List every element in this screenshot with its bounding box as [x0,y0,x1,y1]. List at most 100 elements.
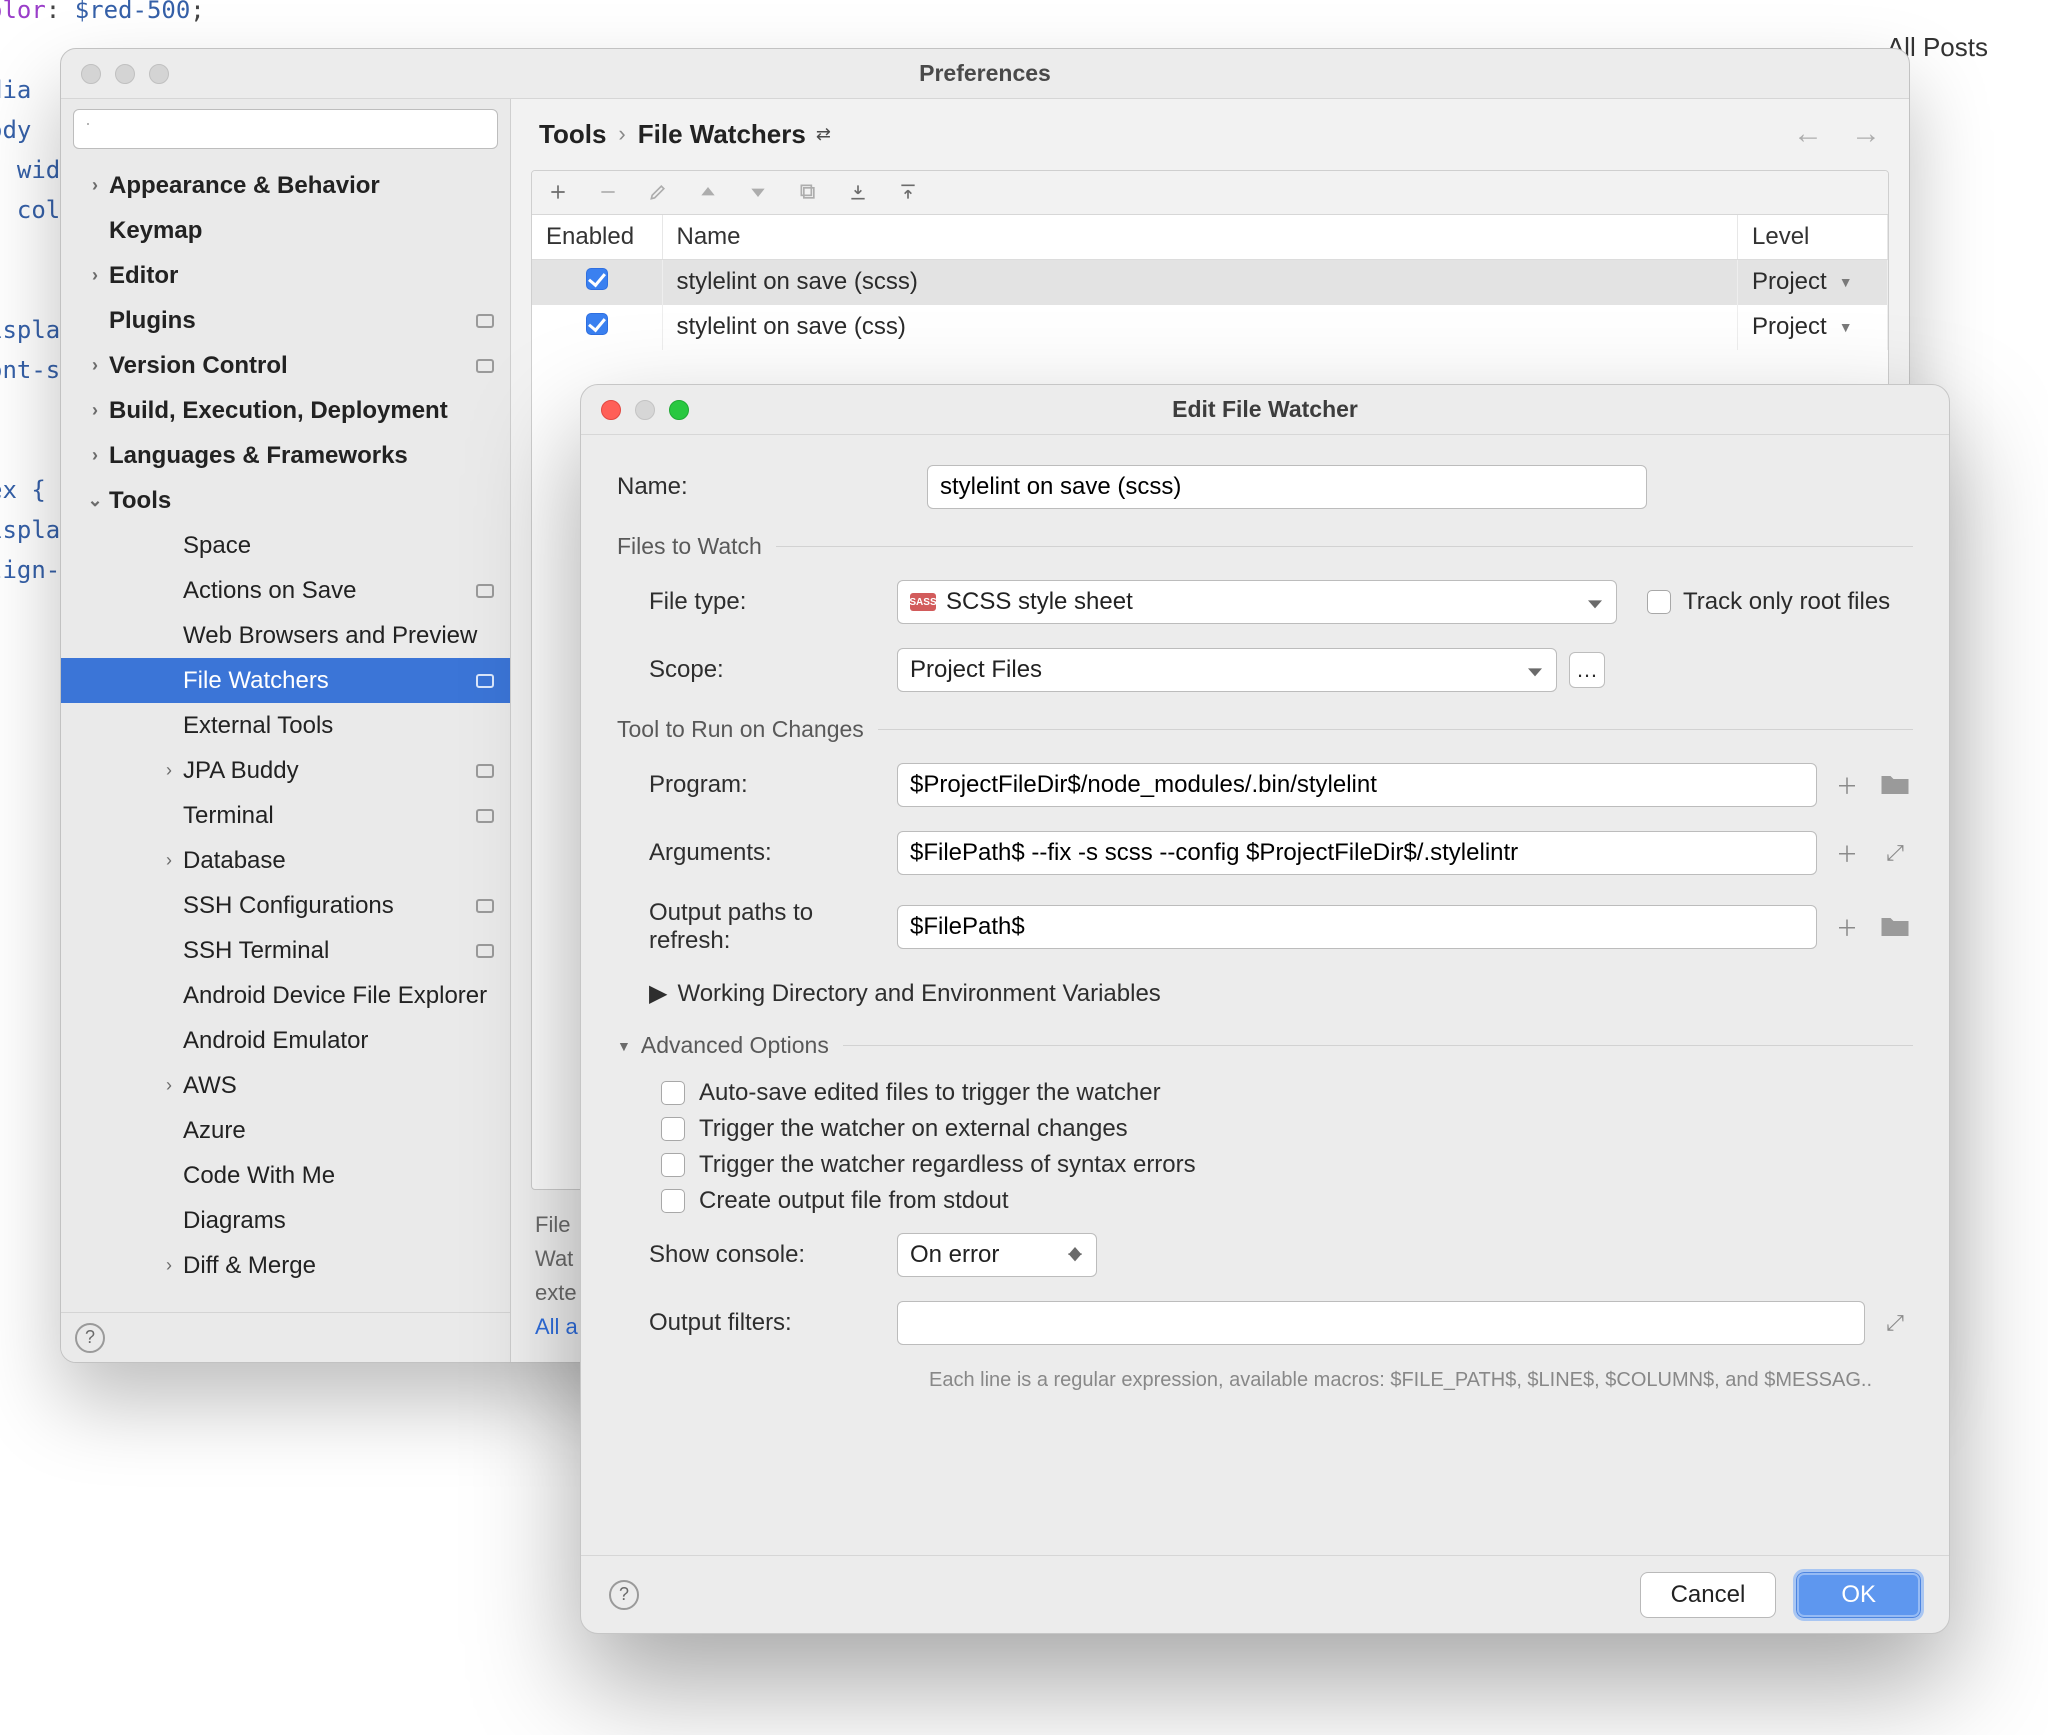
cb-auto-save[interactable] [661,1081,685,1105]
sidebar-item-terminal[interactable]: Terminal [61,793,510,838]
sidebar-item-label: Diagrams [183,1207,286,1235]
sidebar-item-space[interactable]: Space [61,523,510,568]
chevron-right-icon: ▶ [649,979,667,1008]
sidebar-item-version-control[interactable]: ›Version Control [61,343,510,388]
cb-syntax-errors[interactable] [661,1153,685,1177]
insert-macro-icon-2[interactable]: ＋ [1829,835,1865,871]
insert-macro-icon[interactable]: ＋ [1829,767,1865,803]
copy-icon[interactable] [796,180,820,204]
edit-icon[interactable] [646,180,670,204]
cancel-button[interactable]: Cancel [1640,1572,1777,1618]
remove-icon[interactable] [596,180,620,204]
breadcrumb-toggle-icon[interactable]: ⇄ [816,124,831,145]
scope-select[interactable]: Project Files [897,648,1557,692]
sidebar-item-label: Diff & Merge [183,1252,316,1280]
sidebar-item-ssh-configurations[interactable]: SSH Configurations [61,883,510,928]
name-input[interactable] [940,473,1634,501]
help-button[interactable]: ? [75,1323,105,1353]
output-filters-input[interactable] [910,1309,1852,1337]
cb-stdout[interactable] [661,1189,685,1213]
enabled-checkbox[interactable] [586,313,608,335]
sidebar-item-diagrams[interactable]: Diagrams [61,1198,510,1243]
sidebar-item-label: Database [183,847,286,875]
show-console-label: Show console: [617,1241,897,1269]
col-enabled[interactable]: Enabled [532,215,662,260]
sidebar-item-azure[interactable]: Azure [61,1108,510,1153]
watcher-name-cell: stylelint on save (css) [662,305,1738,350]
level-cell[interactable]: Project▼ [1738,305,1888,350]
section-files-to-watch: Files to Watch [617,533,1913,560]
sidebar-item-label: File Watchers [183,667,329,695]
project-scope-icon [476,944,494,958]
all-actions-link[interactable]: All a [535,1314,578,1339]
move-down-icon[interactable] [746,180,770,204]
program-input[interactable] [910,771,1804,799]
insert-macro-icon-3[interactable]: ＋ [1829,909,1865,945]
sidebar-item-label: Version Control [109,352,288,380]
sidebar-item-jpa-buddy[interactable]: ›JPA Buddy [61,748,510,793]
arguments-input[interactable] [910,839,1804,867]
enabled-checkbox[interactable] [586,268,608,290]
table-row[interactable]: stylelint on save (scss)Project▼ [532,259,1888,305]
ok-button[interactable]: OK [1796,1572,1921,1618]
table-row[interactable]: stylelint on save (css)Project▼ [532,305,1888,350]
project-scope-icon [476,584,494,598]
sidebar-item-label: Terminal [183,802,274,830]
expand-icon-2[interactable]: ⤢ [1877,1305,1913,1341]
sidebar-item-android-emulator[interactable]: Android Emulator [61,1018,510,1063]
chevron-right-icon: › [155,760,183,781]
output-paths-input[interactable] [910,913,1804,941]
name-label: Name: [617,473,927,501]
add-icon[interactable] [546,180,570,204]
file-type-select[interactable]: SASS SCSS style sheet [897,580,1617,624]
sidebar-item-build-execution-deployment[interactable]: ›Build, Execution, Deployment [61,388,510,433]
breadcrumb-tools[interactable]: Tools [539,119,606,150]
track-root-checkbox[interactable] [1647,590,1671,614]
track-root-label: Track only root files [1683,588,1890,616]
sidebar-item-ssh-terminal[interactable]: SSH Terminal [61,928,510,973]
sidebar-item-diff-merge[interactable]: ›Diff & Merge [61,1243,510,1288]
settings-sidebar: ›Appearance & BehaviorKeymap›EditorPlugi… [61,99,511,1362]
sidebar-item-label: Android Emulator [183,1027,368,1055]
sidebar-item-appearance-behavior[interactable]: ›Appearance & Behavior [61,163,510,208]
sidebar-item-code-with-me[interactable]: Code With Me [61,1153,510,1198]
browse-folder-icon[interactable] [1877,767,1913,803]
scope-label: Scope: [617,656,897,684]
level-cell[interactable]: Project▼ [1738,259,1888,305]
scope-more-button[interactable]: … [1569,652,1605,688]
sidebar-item-file-watchers[interactable]: File Watchers [61,658,510,703]
cb-external[interactable] [661,1117,685,1141]
expand-icon[interactable]: ⤢ [1877,835,1913,871]
dialog-help-button[interactable]: ? [609,1580,639,1610]
nav-back-icon[interactable]: ← [1793,117,1823,151]
sidebar-item-keymap[interactable]: Keymap [61,208,510,253]
section-advanced[interactable]: ▼ Advanced Options [617,1032,1913,1059]
project-scope-icon [476,674,494,688]
browse-folder-icon-2[interactable] [1877,909,1913,945]
sidebar-item-database[interactable]: ›Database [61,838,510,883]
sidebar-item-web-browsers-and-preview[interactable]: Web Browsers and Preview [61,613,510,658]
settings-search-input[interactable] [73,109,498,149]
working-dir-expander[interactable]: ▶ Working Directory and Environment Vari… [617,979,1161,1008]
move-up-icon[interactable] [696,180,720,204]
sidebar-item-plugins[interactable]: Plugins [61,298,510,343]
project-scope-icon [476,764,494,778]
sidebar-item-label: Azure [183,1117,246,1145]
sidebar-item-external-tools[interactable]: External Tools [61,703,510,748]
col-name[interactable]: Name [662,215,1738,260]
level-dropdown-icon[interactable]: ▼ [1839,319,1853,335]
nav-forward-icon[interactable]: → [1851,117,1881,151]
sidebar-item-tools[interactable]: ⌄Tools [61,478,510,523]
show-console-select[interactable]: On error [897,1233,1097,1277]
col-level[interactable]: Level [1738,215,1888,260]
import-icon[interactable] [846,180,870,204]
level-dropdown-icon[interactable]: ▼ [1839,274,1853,290]
sidebar-item-actions-on-save[interactable]: Actions on Save [61,568,510,613]
sidebar-item-editor[interactable]: ›Editor [61,253,510,298]
sidebar-item-android-device-file-explorer[interactable]: Android Device File Explorer [61,973,510,1018]
sidebar-item-languages-frameworks[interactable]: ›Languages & Frameworks [61,433,510,478]
sidebar-item-aws[interactable]: ›AWS [61,1063,510,1108]
export-icon[interactable] [896,180,920,204]
project-scope-icon [476,359,494,373]
output-filters-label: Output filters: [617,1309,897,1337]
